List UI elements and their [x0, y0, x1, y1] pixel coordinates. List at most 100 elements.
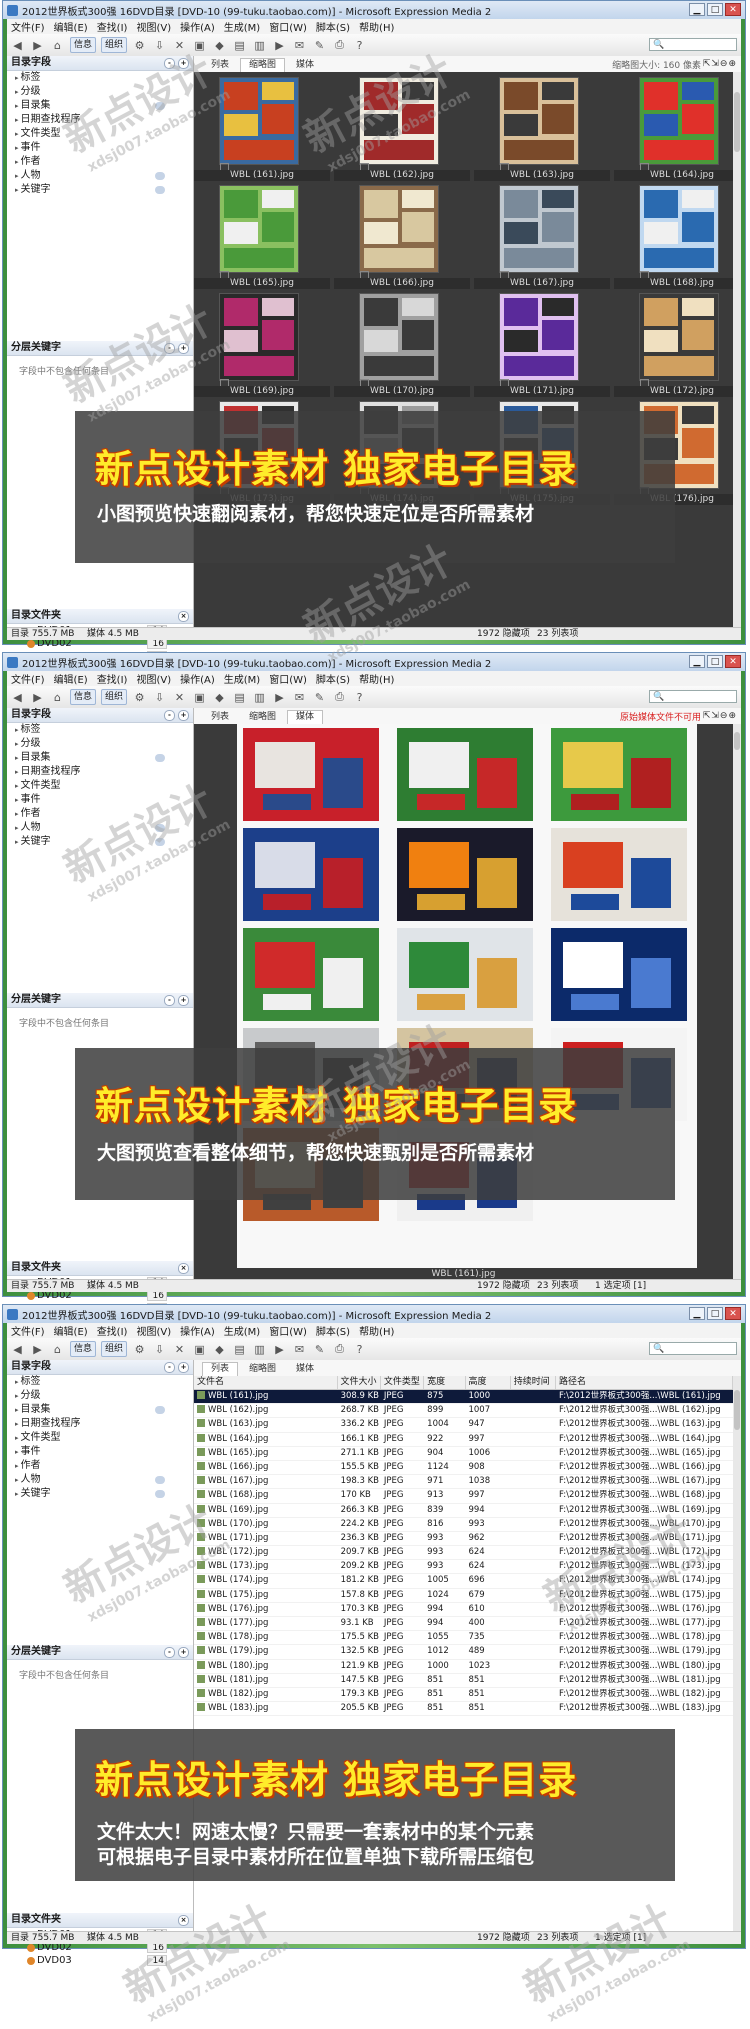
column-header[interactable]: 路径名 — [556, 1376, 733, 1389]
print-icon[interactable]: ⎙ — [332, 690, 347, 705]
table-row[interactable]: WBL (165).jpg 271.1 KB JPEG 904 1006 F:\2012世… — [194, 1447, 733, 1461]
add-icon[interactable]: + — [178, 710, 189, 721]
table-row[interactable]: WBL (176).jpg 170.3 KB JPEG 994 610 F:\2012世界… — [194, 1603, 733, 1617]
menu-window[interactable]: 窗口(W) — [269, 671, 307, 686]
thumbnail-image[interactable] — [500, 186, 578, 272]
menu-view[interactable]: 视图(V) — [136, 671, 171, 686]
chart-icon[interactable]: ▥ — [252, 38, 267, 53]
tag-icon[interactable]: ◆ — [212, 38, 227, 53]
menu-scripts[interactable]: 脚本(S) — [316, 1323, 350, 1338]
print-icon[interactable]: ⎙ — [332, 1342, 347, 1357]
folder-header[interactable]: 目录文件夹 × — [7, 1913, 193, 1928]
play-icon[interactable]: ▶ — [272, 38, 287, 53]
delete-icon[interactable]: ✕ — [172, 690, 187, 705]
catalog-field-item[interactable]: ▸ 关键字 — [7, 1487, 193, 1501]
chart-icon[interactable]: ▥ — [252, 690, 267, 705]
collapse-icon[interactable]: - — [164, 1647, 175, 1658]
catalog-field-item[interactable]: ▸ 标签 — [7, 1375, 193, 1389]
catalog-field-item[interactable]: ▸ 分级 — [7, 85, 193, 99]
menu-view[interactable]: 视图(V) — [136, 19, 171, 34]
print-icon[interactable]: ⎙ — [332, 38, 347, 53]
thumbnail-cell[interactable]: WBL (162).jpg — [334, 74, 470, 182]
table-row[interactable]: WBL (173).jpg 209.2 KB JPEG 993 624 F:\2012世界… — [194, 1560, 733, 1575]
organize-button[interactable]: 组织 — [101, 689, 128, 705]
pen-icon[interactable]: ✎ — [312, 690, 327, 705]
catalog-field-item[interactable]: ▸ 作者 — [7, 807, 193, 821]
expand-arrow-icon[interactable]: ▸ — [15, 1420, 19, 1428]
tab-list[interactable]: 列表 — [202, 710, 238, 724]
menu-action[interactable]: 操作(A) — [180, 1323, 215, 1338]
expand-arrow-icon[interactable]: ▸ — [15, 116, 19, 124]
table-row[interactable]: WBL (163).jpg 336.2 KB JPEG 1004 947 F:\2012世… — [194, 1418, 733, 1433]
thumbnail-cell[interactable]: WBL (170).jpg — [334, 290, 470, 398]
add-icon[interactable]: + — [178, 1362, 189, 1373]
mail-icon[interactable]: ✉ — [292, 690, 307, 705]
scrollbar[interactable] — [733, 72, 741, 628]
catalog-field-item[interactable]: ▸ 文件类型 — [7, 127, 193, 141]
keyword-header[interactable]: 分层关键字 - + — [7, 993, 193, 1008]
expand-arrow-icon[interactable]: ▸ — [15, 796, 19, 804]
close-icon[interactable]: × — [178, 1263, 189, 1274]
column-header[interactable]: 宽度 — [424, 1376, 466, 1389]
thumbnail-cell[interactable]: WBL (172).jpg — [614, 290, 733, 398]
play-icon[interactable]: ▶ — [272, 690, 287, 705]
table-row[interactable]: WBL (179).jpg 132.5 KB JPEG 1012 489 F:\2012世… — [194, 1645, 733, 1660]
add-icon[interactable]: + — [178, 1647, 189, 1658]
keyword-header[interactable]: 分层关键字 - + — [7, 1645, 193, 1660]
add-icon[interactable]: + — [178, 58, 189, 69]
catalog-field-item[interactable]: ▸ 文件类型 — [7, 1431, 193, 1445]
column-header[interactable]: 高度 — [466, 1376, 511, 1389]
table-row[interactable]: WBL (172).jpg 209.7 KB JPEG 993 624 F:\2012世界… — [194, 1546, 733, 1561]
folder-icon[interactable]: ▤ — [232, 38, 247, 53]
table-row[interactable]: WBL (177).jpg 93.1 KB JPEG 994 400 F:\2012世界板… — [194, 1617, 733, 1632]
expand-arrow-icon[interactable]: ▸ — [15, 158, 19, 166]
table-row[interactable]: WBL (175).jpg 157.8 KB JPEG 1024 679 F:\2012世… — [194, 1589, 733, 1603]
thumbnail-image[interactable] — [500, 294, 578, 380]
table-row[interactable]: WBL (162).jpg 268.7 KB JPEG 899 1007 F:\2012世… — [194, 1404, 733, 1419]
search-input[interactable]: 🔍 — [649, 690, 737, 703]
tab-thumbnail[interactable]: 缩略图 — [240, 1362, 285, 1376]
menu-file[interactable]: 文件(F) — [11, 1323, 45, 1338]
minimize-button[interactable]: ▁ — [689, 655, 705, 668]
maximize-button[interactable]: □ — [707, 655, 723, 668]
thumbnail-image[interactable] — [640, 186, 718, 272]
lock-icon[interactable]: ▣ — [192, 1342, 207, 1357]
collapse-icon[interactable]: - — [164, 710, 175, 721]
tab-list[interactable]: 列表 — [202, 58, 238, 72]
collapse-icon[interactable]: - — [164, 995, 175, 1006]
help-icon[interactable]: ? — [352, 1342, 367, 1357]
home-icon[interactable]: ⌂ — [50, 38, 65, 53]
expand-arrow-icon[interactable]: ▸ — [15, 1462, 19, 1470]
menu-scripts[interactable]: 脚本(S) — [316, 671, 350, 686]
expand-arrow-icon[interactable]: ▸ — [15, 1378, 19, 1386]
collapse-icon[interactable]: - — [164, 58, 175, 69]
thumbnail-cell[interactable]: WBL (164).jpg — [614, 74, 733, 182]
scrollbar[interactable] — [733, 724, 741, 1280]
forward-icon[interactable]: ▶ — [30, 1342, 45, 1357]
import-icon[interactable]: ⇩ — [152, 690, 167, 705]
menu-action[interactable]: 操作(A) — [180, 671, 215, 686]
import-icon[interactable]: ⇩ — [152, 1342, 167, 1357]
column-header[interactable]: 持续时间 — [511, 1376, 557, 1389]
table-row[interactable]: WBL (182).jpg 179.3 KB JPEG 851 851 F:\2012世界… — [194, 1688, 733, 1703]
back-icon[interactable]: ◀ — [10, 690, 25, 705]
tab-thumbnail[interactable]: 缩略图 — [240, 58, 286, 72]
table-row[interactable]: WBL (167).jpg 198.3 KB JPEG 971 1038 F:\2012世… — [194, 1475, 733, 1490]
table-row[interactable]: WBL (181).jpg 147.5 KB JPEG 851 851 F:\2012世界… — [194, 1674, 733, 1688]
menu-find[interactable]: 查找(I) — [97, 1323, 128, 1338]
table-row[interactable]: WBL (161).jpg 308.9 KB JPEG 875 1000 F:\2012世… — [194, 1390, 733, 1405]
column-header[interactable]: 文件类型 — [381, 1376, 425, 1389]
thumbnail-image[interactable] — [640, 294, 718, 380]
home-icon[interactable]: ⌂ — [50, 690, 65, 705]
column-header[interactable]: 文件大小 — [338, 1376, 381, 1389]
close-button[interactable]: ✕ — [725, 1307, 741, 1320]
expand-arrow-icon[interactable]: ▸ — [15, 144, 19, 152]
expand-arrow-icon[interactable]: ▸ — [15, 1448, 19, 1456]
gear-icon[interactable]: ⚙ — [132, 1342, 147, 1357]
table-row[interactable]: WBL (164).jpg 166.1 KB JPEG 922 997 F:\2012世界… — [194, 1433, 733, 1447]
menu-make[interactable]: 生成(M) — [224, 1323, 260, 1338]
catalog-field-item[interactable]: ▸ 事件 — [7, 141, 193, 155]
thumbnail-image[interactable] — [220, 78, 298, 164]
tab-media[interactable]: 媒体 — [287, 1362, 323, 1376]
expand-arrow-icon[interactable]: ▸ — [15, 754, 19, 762]
